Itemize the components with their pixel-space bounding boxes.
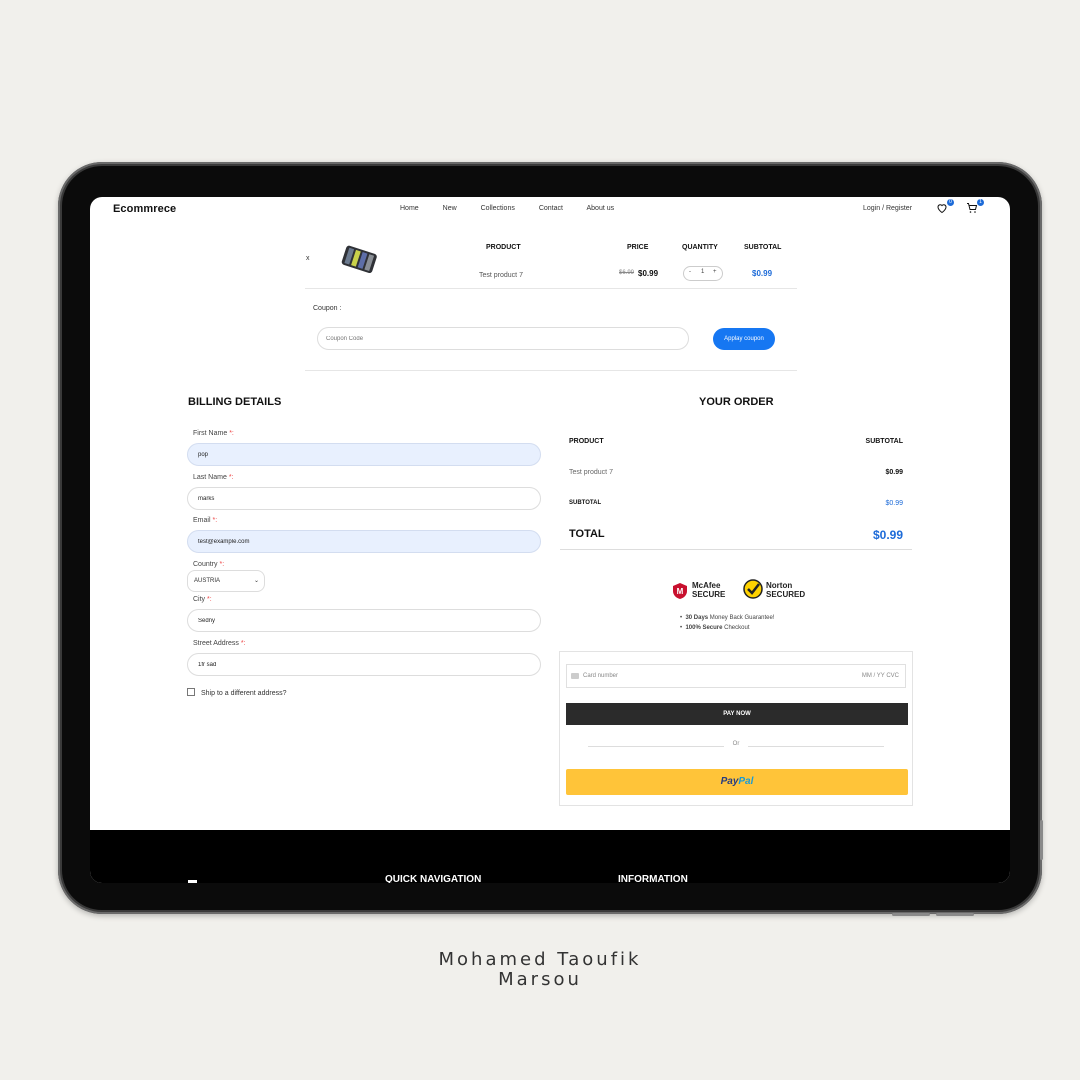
price: $0.99 bbox=[638, 269, 659, 278]
col-subtotal: SUBTOTAL bbox=[744, 244, 782, 251]
country-select[interactable]: AUSTRIA ⌄ bbox=[187, 570, 265, 592]
login-register-link[interactable]: Login / Register bbox=[863, 205, 912, 212]
country-value: AUSTRIA bbox=[194, 578, 221, 584]
city-field[interactable] bbox=[187, 609, 541, 632]
email-field[interactable] bbox=[187, 530, 541, 553]
caption-line-2: Marsou bbox=[498, 969, 582, 990]
card-number-input[interactable]: Card number MM / YY CVC bbox=[566, 664, 906, 688]
order-subtotal-label: SUBTOTAL bbox=[569, 500, 602, 506]
tablet-top-button bbox=[892, 913, 930, 916]
paypal-logo-pal: Pal bbox=[738, 776, 754, 787]
card-number-placeholder: Card number bbox=[583, 673, 619, 679]
order-item-price: $0.99 bbox=[885, 469, 903, 476]
old-price: $6.99 bbox=[619, 270, 635, 276]
order-total-row: TOTAL $0.99 bbox=[569, 528, 903, 542]
cart-subtotal: $0.99 bbox=[752, 269, 773, 278]
col-product: PRODUCT bbox=[486, 244, 521, 251]
order-subtotal-row: SUBTOTAL $0.99 bbox=[569, 500, 903, 507]
ship-label: Ship to a different address? bbox=[201, 690, 287, 697]
tablet-top-button-2 bbox=[936, 913, 974, 916]
card-expiry-cvc: MM / YY CVC bbox=[861, 673, 899, 679]
street-label: Street Address *: bbox=[193, 640, 246, 647]
nav-about[interactable]: About us bbox=[587, 205, 615, 212]
order-total-divider bbox=[560, 549, 912, 550]
order-product-header: PRODUCT bbox=[569, 438, 604, 445]
nav-collections[interactable]: Collections bbox=[481, 205, 515, 212]
order-subtotal-value: $0.99 bbox=[885, 500, 903, 507]
email-label: Email *: bbox=[193, 517, 218, 524]
billing-title: BILLING DETAILS bbox=[188, 396, 282, 408]
qty-value[interactable]: 1 bbox=[701, 269, 704, 275]
cart-product-name[interactable]: Test product 7 bbox=[479, 272, 523, 279]
pay-now-button[interactable]: PAY NOW bbox=[566, 703, 908, 725]
product-thumbnail[interactable] bbox=[335, 241, 381, 279]
chevron-down-icon: ⌄ bbox=[253, 578, 259, 584]
col-price: PRICE bbox=[627, 244, 649, 251]
ship-different-checkbox[interactable]: Ship to a different address? bbox=[187, 688, 286, 697]
site-logo[interactable]: Ecommrece bbox=[113, 203, 176, 215]
guarantee-item-1: • 30 Days Money Back Guarantee! bbox=[680, 615, 775, 621]
designer-caption: Mohamed Taoufik Marsou bbox=[0, 950, 1080, 990]
nav-contact[interactable]: Contact bbox=[539, 205, 563, 212]
site-header: Ecommrece Home New Collections Contact A… bbox=[90, 197, 1010, 223]
footer-logo-fragment bbox=[188, 880, 197, 883]
first-name-field[interactable] bbox=[187, 443, 541, 466]
country-label: Country *: bbox=[193, 561, 225, 568]
norton-secured-badge: Norton SECURED bbox=[742, 578, 805, 602]
browser-screen: Ecommrece Home New Collections Contact A… bbox=[90, 197, 1010, 883]
city-label: City *: bbox=[193, 596, 212, 603]
order-item-name: Test product 7 bbox=[569, 469, 613, 476]
qty-minus-button[interactable]: - bbox=[689, 269, 691, 275]
or-separator: Or bbox=[588, 741, 884, 751]
remove-item-button[interactable]: x bbox=[306, 255, 310, 262]
col-quantity: QUANTITY bbox=[682, 244, 718, 251]
your-order-title: YOUR ORDER bbox=[699, 396, 774, 408]
order-total-value: $0.99 bbox=[872, 528, 903, 542]
order-total-label: TOTAL bbox=[569, 528, 605, 540]
order-header-row: PRODUCT SUBTOTAL bbox=[569, 438, 903, 445]
street-field[interactable] bbox=[187, 653, 541, 676]
first-name-label: First Name *: bbox=[193, 430, 234, 437]
main-nav: Home New Collections Contact About us bbox=[400, 205, 636, 212]
mcafee-shield-icon: M bbox=[673, 583, 687, 599]
guarantee-item-2: • 100% Secure Checkout bbox=[680, 625, 750, 631]
caption-line-1: Mohamed Taoufik bbox=[438, 949, 642, 970]
mcafee-text: McAfee SECURE bbox=[692, 581, 726, 599]
cart-count-badge: 1 bbox=[977, 199, 984, 206]
order-item-row: Test product 7 $0.99 bbox=[569, 469, 903, 476]
coupon-input[interactable] bbox=[317, 327, 689, 350]
credit-card-icon bbox=[571, 673, 579, 679]
coupon-divider bbox=[305, 370, 797, 371]
site-footer: QUICK NAVIGATION INFORMATION bbox=[90, 830, 1010, 883]
wishlist-heart-icon[interactable]: 0 bbox=[936, 199, 954, 216]
nav-new[interactable]: New bbox=[443, 205, 457, 212]
mcafee-secure-badge: M McAfee SECURE bbox=[672, 580, 732, 600]
last-name-field[interactable] bbox=[187, 487, 541, 510]
last-name-label: Last Name *: bbox=[193, 474, 234, 481]
qty-plus-button[interactable]: + bbox=[713, 269, 717, 275]
paypal-button[interactable]: PayPal bbox=[566, 769, 908, 795]
checkbox-icon[interactable] bbox=[187, 688, 195, 696]
cart-divider bbox=[305, 288, 797, 289]
coupon-label: Coupon : bbox=[313, 305, 342, 312]
footer-information-heading: INFORMATION bbox=[618, 874, 688, 883]
quantity-stepper[interactable]: - 1 + bbox=[683, 266, 723, 281]
svg-text:M: M bbox=[677, 587, 684, 596]
footer-quick-nav-heading: QUICK NAVIGATION bbox=[385, 874, 482, 883]
guarantee-list: • 30 Days Money Back Guarantee! • 100% S… bbox=[680, 613, 775, 633]
norton-check-icon bbox=[743, 579, 763, 599]
nav-home[interactable]: Home bbox=[400, 205, 419, 212]
payment-box: Card number MM / YY CVC PAY NOW Or PayPa… bbox=[559, 651, 913, 806]
cart-icon[interactable]: 1 bbox=[966, 199, 984, 216]
apply-coupon-button[interactable]: Applay coupon bbox=[713, 328, 775, 350]
paypal-logo-pay: Pay bbox=[720, 776, 739, 787]
tablet-side-button bbox=[1040, 820, 1043, 860]
order-subtotal-header: SUBTOTAL bbox=[865, 438, 903, 445]
norton-text: Norton SECURED bbox=[766, 581, 806, 599]
wishlist-count-badge: 0 bbox=[947, 199, 954, 206]
